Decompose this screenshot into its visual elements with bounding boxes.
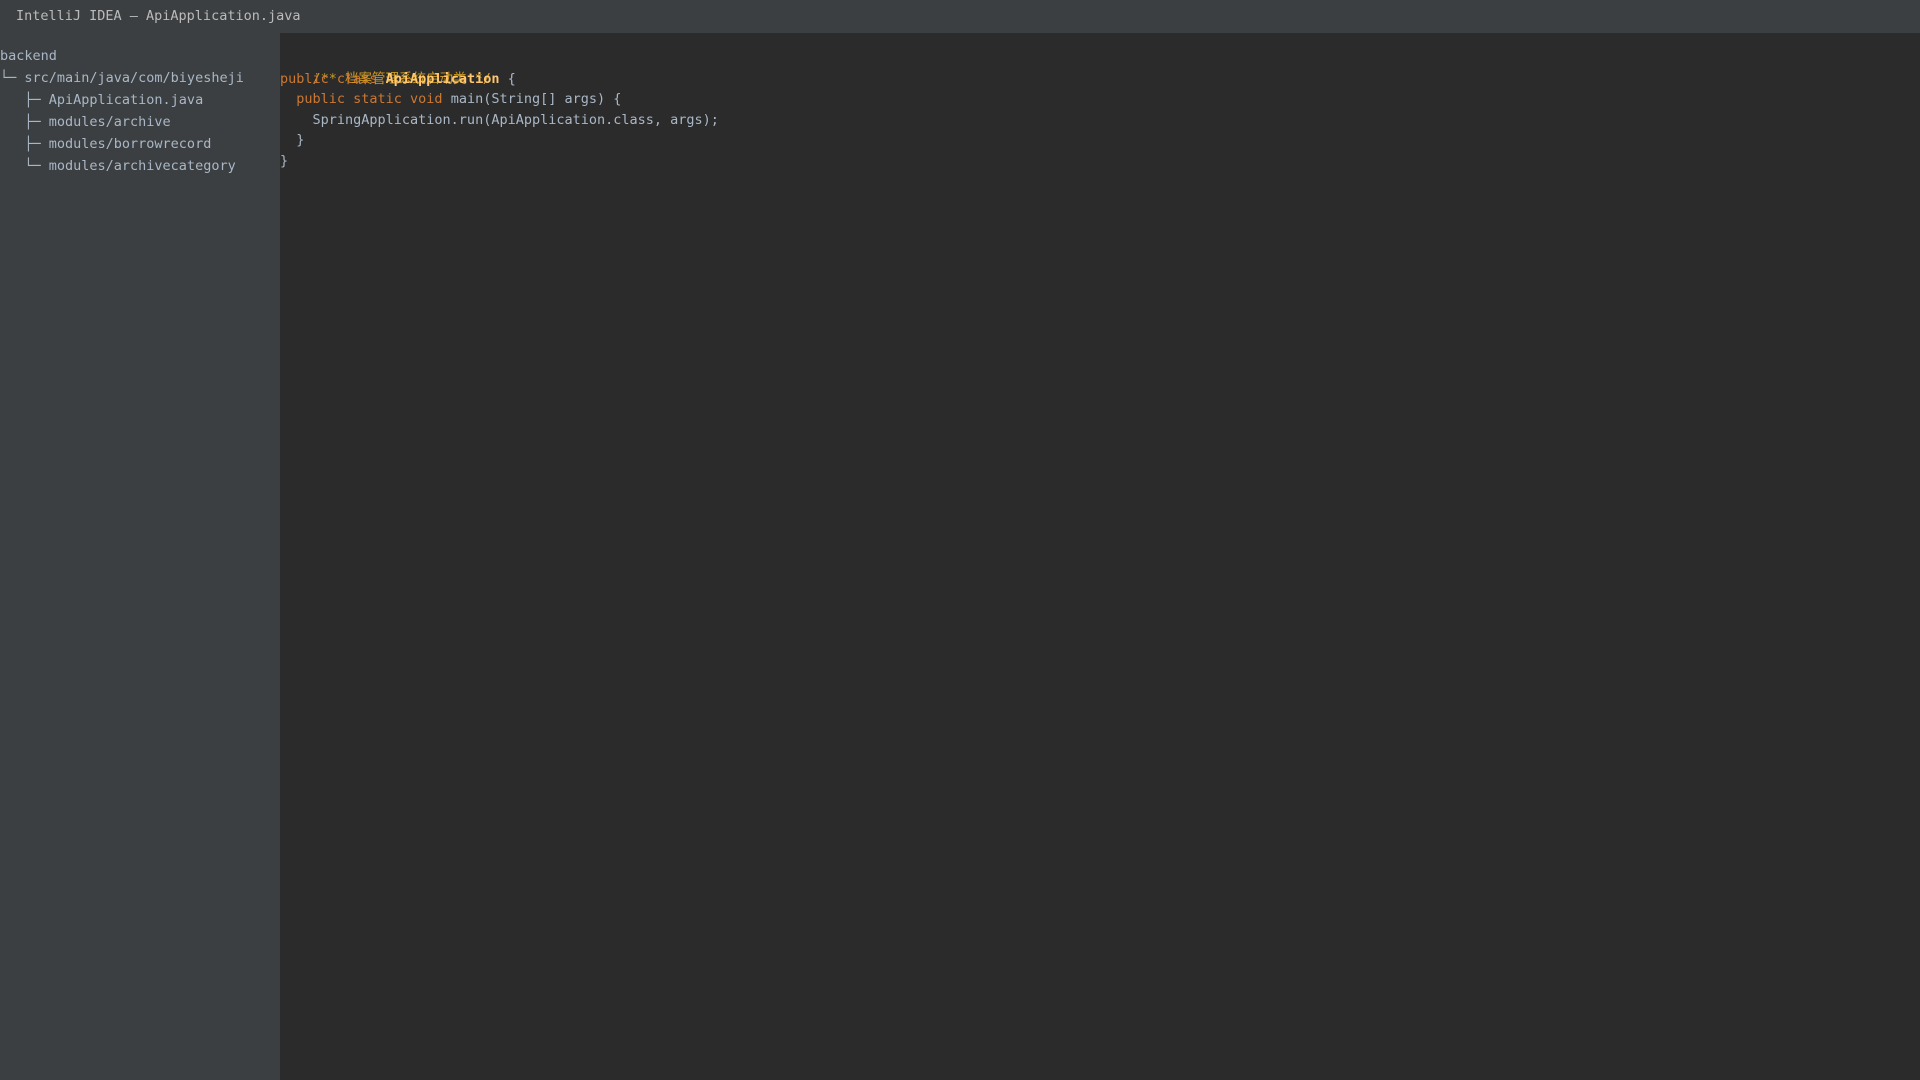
code-text: } <box>280 132 305 148</box>
code-text: { <box>499 70 516 87</box>
window-title: IntelliJ IDEA — ApiApplication.java <box>16 8 301 24</box>
tree-item-backend[interactable]: backend <box>0 45 280 67</box>
code-keyword: public static void <box>296 91 451 107</box>
code-line-5: } <box>280 130 1920 151</box>
code-keyword: public class <box>280 70 386 87</box>
tree-item-apiapplication-java[interactable]: ├─ ApiApplication.java <box>0 89 280 111</box>
code-class-name: ApiApplication <box>385 70 500 87</box>
code-line-2: public class ApiApplication { <box>280 69 1920 90</box>
code-line-1: /** 档案管理系统启动类 */ <box>280 48 1920 87</box>
code-line-3: public static void main(String[] args) { <box>280 89 1920 110</box>
window-title-bar: IntelliJ IDEA — ApiApplication.java <box>0 0 1920 33</box>
code-line-4: SpringApplication.run(ApiApplication.cla… <box>280 110 1920 131</box>
project-tree-panel: backend └─ src/main/java/com/biyesheji ├… <box>0 33 280 1080</box>
tree-item-src-package[interactable]: └─ src/main/java/com/biyesheji <box>0 67 280 89</box>
tree-item-modules-borrowrecord[interactable]: ├─ modules/borrowrecord <box>0 133 280 155</box>
code-text: main(String[] args) { <box>450 91 622 107</box>
code-text: } <box>280 152 289 169</box>
tree-item-modules-archive[interactable]: ├─ modules/archive <box>0 111 280 133</box>
code-editor[interactable]: /** 档案管理系统启动类 */ public class ApiApplica… <box>280 33 1920 1080</box>
code-line-6: } <box>280 151 1920 172</box>
code-text: SpringApplication.run(ApiApplication.cla… <box>280 111 719 128</box>
tree-item-modules-archivecategory[interactable]: └─ modules/archivecategory <box>0 155 280 177</box>
